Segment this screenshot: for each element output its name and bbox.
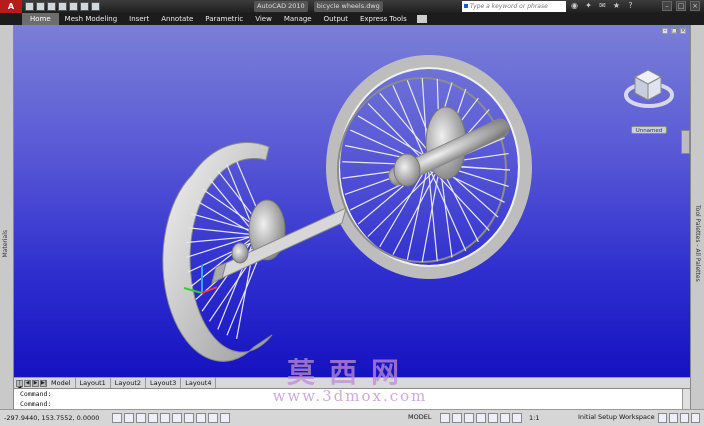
showmotion-icon[interactable] <box>500 413 510 423</box>
minimize-icon[interactable]: – <box>662 1 672 11</box>
title-app: AutoCAD 2010 <box>254 1 308 12</box>
drawing-viewport[interactable]: – □ × Unnamed <box>14 25 690 377</box>
pan-icon[interactable] <box>464 413 474 423</box>
tab-home[interactable]: Home <box>22 13 59 25</box>
viewport-restore-icon[interactable]: □ <box>671 28 677 34</box>
polar-icon[interactable] <box>148 413 158 423</box>
open-icon[interactable] <box>36 2 45 11</box>
quickview-layouts-icon[interactable] <box>440 413 450 423</box>
quick-access-toolbar <box>25 2 100 11</box>
lineweight-icon[interactable] <box>208 413 218 423</box>
tab-express-tools[interactable]: Express Tools <box>354 13 413 25</box>
tab-model[interactable]: Model <box>47 378 76 388</box>
viewport-minimize-icon[interactable]: – <box>662 28 668 34</box>
window-controls: – □ × <box>662 1 700 11</box>
communication-icon[interactable]: ✉ <box>598 1 607 11</box>
tool-palettes-label: Tool Palettes - All Palettes <box>694 205 701 282</box>
window-title: AutoCAD 2010 bicycle wheels.dwg <box>254 1 383 12</box>
lock-icon[interactable] <box>658 413 667 423</box>
isolate-icon[interactable] <box>680 413 689 423</box>
tab-parametric[interactable]: Parametric <box>199 13 249 25</box>
workspace-switcher[interactable]: Initial Setup Workspace <box>578 413 655 421</box>
binoculars-icon[interactable]: ◉ <box>570 1 579 11</box>
annotation-scale-icon[interactable] <box>512 413 522 423</box>
viewport-close-icon[interactable]: × <box>680 28 686 34</box>
viewport-window-controls: – □ × <box>662 28 686 34</box>
subscription-icon[interactable]: ✦ <box>584 1 593 11</box>
watermark-url: www.3dmox.com <box>272 387 428 405</box>
tab-insert[interactable]: Insert <box>123 13 155 25</box>
drafting-settings <box>112 413 230 423</box>
command-scrollbar[interactable] <box>682 389 690 410</box>
plot-icon[interactable] <box>80 2 89 11</box>
close-icon[interactable]: × <box>690 1 700 11</box>
watermark-chinese: 莫西网 <box>286 356 413 389</box>
left-wheel <box>162 142 347 362</box>
view-name-dropdown[interactable]: Unnamed <box>631 126 667 134</box>
zoom-icon[interactable] <box>476 413 486 423</box>
undo-icon[interactable] <box>58 2 67 11</box>
redo-icon[interactable] <box>69 2 78 11</box>
save-icon[interactable] <box>47 2 56 11</box>
tab-layout3[interactable]: Layout3 <box>146 378 182 388</box>
ortho-icon[interactable] <box>136 413 146 423</box>
status-tray <box>658 413 700 423</box>
ribbon-tabs: Home Mesh Modeling Insert Annotate Param… <box>0 13 704 25</box>
model-canvas[interactable] <box>14 25 690 377</box>
quickview-drawings-icon[interactable] <box>452 413 462 423</box>
ribbon-minimize-button[interactable] <box>416 15 427 23</box>
materials-palette-label: Materials <box>2 230 9 258</box>
clean-screen-icon[interactable] <box>691 413 700 423</box>
ducs-icon[interactable] <box>184 413 194 423</box>
layout-nav: |◀ ◀ ▶ ▶| <box>16 379 47 390</box>
osnap-icon[interactable] <box>160 413 170 423</box>
coordinate-readout[interactable]: -297.9440, 153.7552, 0.0000 <box>4 414 99 422</box>
tab-layout4[interactable]: Layout4 <box>181 378 217 388</box>
steeringwheel-icon[interactable] <box>488 413 498 423</box>
last-layout-icon[interactable]: ▶| <box>40 379 47 387</box>
navigation-tools <box>440 413 522 423</box>
tab-mesh-modeling[interactable]: Mesh Modeling <box>59 13 124 25</box>
first-layout-icon[interactable]: |◀ <box>16 379 23 390</box>
snap-icon[interactable] <box>112 413 122 423</box>
help-icon[interactable]: ? <box>626 1 635 11</box>
info-center: ◉ ✦ ✉ ★ ? <box>570 1 635 11</box>
next-layout-icon[interactable]: ▶ <box>32 379 39 387</box>
hardware-acceleration-icon[interactable] <box>669 413 678 423</box>
search-input[interactable]: Type a keyword or phrase <box>462 1 566 12</box>
match-icon[interactable] <box>91 2 100 11</box>
tool-palettes[interactable]: Tool Palettes - All Palettes <box>690 25 704 409</box>
model-space-button[interactable]: MODEL <box>408 413 431 421</box>
navigation-bar[interactable] <box>681 130 690 154</box>
grid-icon[interactable] <box>124 413 134 423</box>
annotation-scale[interactable]: 1:1 <box>529 414 539 422</box>
viewcube-icon[interactable] <box>624 69 674 108</box>
app-menu-button[interactable]: A <box>0 0 22 13</box>
otrack-icon[interactable] <box>172 413 182 423</box>
title-bar: A AutoCAD 2010 bicycle wheels.dwg Type a… <box>0 0 704 13</box>
tab-manage[interactable]: Manage <box>278 13 318 25</box>
maximize-icon[interactable]: □ <box>676 1 686 11</box>
dyn-icon[interactable] <box>196 413 206 423</box>
tab-layout1[interactable]: Layout1 <box>76 378 111 388</box>
favorites-icon[interactable]: ★ <box>612 1 621 11</box>
title-file: bicycle wheels.dwg <box>313 1 383 12</box>
materials-palette[interactable]: Materials <box>0 25 14 409</box>
tab-layout2[interactable]: Layout2 <box>111 378 146 388</box>
watermark: 莫西网 www.3dmox.com <box>260 356 440 405</box>
prev-layout-icon[interactable]: ◀ <box>24 379 31 387</box>
new-icon[interactable] <box>25 2 34 11</box>
tab-view[interactable]: View <box>249 13 278 25</box>
tab-annotate[interactable]: Annotate <box>155 13 199 25</box>
quick-properties-icon[interactable] <box>220 413 230 423</box>
status-bar: -297.9440, 153.7552, 0.0000 MODEL 1:1 In… <box>0 409 704 426</box>
tab-output[interactable]: Output <box>318 13 354 25</box>
right-wheel <box>326 55 532 279</box>
